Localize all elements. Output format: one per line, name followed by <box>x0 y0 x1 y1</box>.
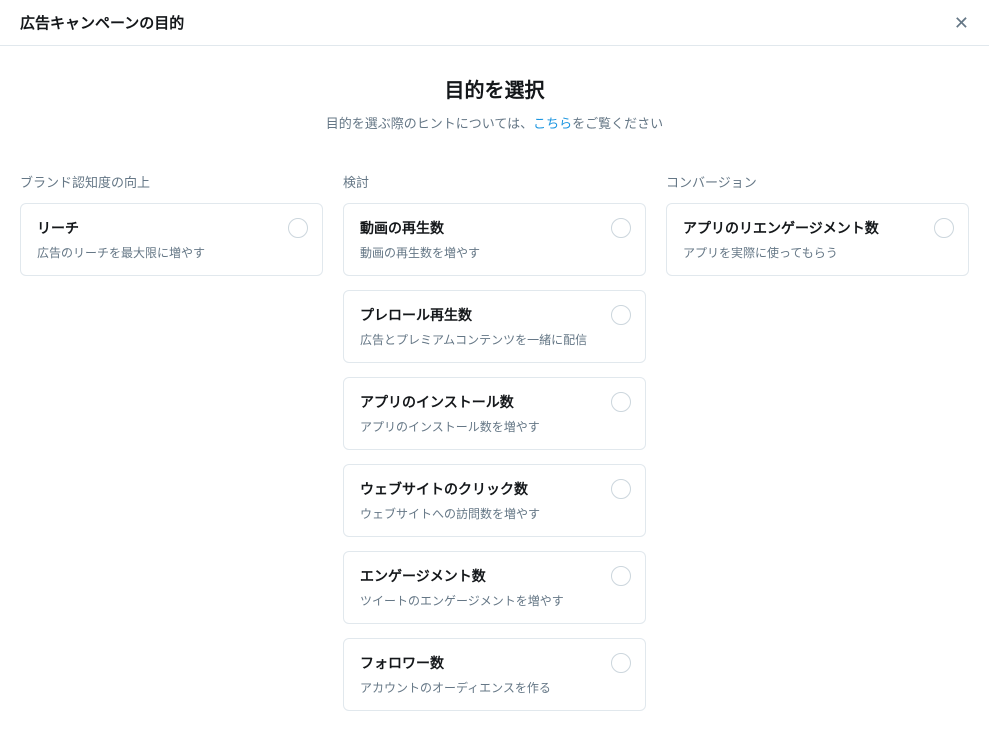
radio-icon <box>611 392 631 412</box>
radio-icon <box>288 218 308 238</box>
intro-section: 目的を選択 目的を選ぶ際のヒントについては、こちらをご覧ください <box>0 46 989 142</box>
option-app-installs[interactable]: アプリのインストール数 アプリのインストール数を増やす <box>343 377 646 450</box>
option-desc: 広告とプレミアムコンテンツを一緒に配信 <box>360 331 595 348</box>
option-video-views[interactable]: 動画の再生数 動画の再生数を増やす <box>343 203 646 276</box>
close-icon: ✕ <box>954 13 969 33</box>
option-desc: ウェブサイトへの訪問数を増やす <box>360 505 595 522</box>
option-title: プレロール再生数 <box>360 305 595 325</box>
intro-subtitle: 目的を選ぶ際のヒントについては、こちらをご覧ください <box>0 113 989 132</box>
dialog-title: 広告キャンペーンの目的 <box>20 12 184 33</box>
option-desc: 動画の再生数を増やす <box>360 244 595 261</box>
option-title: フォロワー数 <box>360 653 595 673</box>
option-title: アプリのインストール数 <box>360 392 595 412</box>
intro-title: 目的を選択 <box>0 74 989 103</box>
option-engagements[interactable]: エンゲージメント数 ツイートのエンゲージメントを増やす <box>343 551 646 624</box>
column-header-consideration: 検討 <box>343 172 646 191</box>
option-title: リーチ <box>37 218 272 238</box>
objective-columns: ブランド認知度の向上 リーチ 広告のリーチを最大限に増やす 検討 動画の再生数 … <box>0 142 989 745</box>
option-app-reengagement[interactable]: アプリのリエンゲージメント数 アプリを実際に使ってもらう <box>666 203 969 276</box>
intro-sub-suffix: をご覧ください <box>572 116 663 131</box>
option-desc: アカウントのオーディエンスを作る <box>360 679 595 696</box>
radio-icon <box>611 566 631 586</box>
option-desc: アプリを実際に使ってもらう <box>683 244 918 261</box>
option-website-clicks[interactable]: ウェブサイトのクリック数 ウェブサイトへの訪問数を増やす <box>343 464 646 537</box>
option-desc: 広告のリーチを最大限に増やす <box>37 244 272 261</box>
option-title: 動画の再生数 <box>360 218 595 238</box>
radio-icon <box>934 218 954 238</box>
option-reach[interactable]: リーチ 広告のリーチを最大限に増やす <box>20 203 323 276</box>
option-title: アプリのリエンゲージメント数 <box>683 218 918 238</box>
column-header-conversion: コンバージョン <box>666 172 969 191</box>
option-followers[interactable]: フォロワー数 アカウントのオーディエンスを作る <box>343 638 646 711</box>
option-desc: ツイートのエンゲージメントを増やす <box>360 592 595 609</box>
column-conversion: コンバージョン アプリのリエンゲージメント数 アプリを実際に使ってもらう <box>666 172 969 725</box>
intro-sub-prefix: 目的を選ぶ際のヒントについては、 <box>326 116 533 131</box>
option-desc: アプリのインストール数を増やす <box>360 418 595 435</box>
option-preroll-views[interactable]: プレロール再生数 広告とプレミアムコンテンツを一緒に配信 <box>343 290 646 363</box>
dialog-header: 広告キャンペーンの目的 ✕ <box>0 0 989 46</box>
radio-icon <box>611 218 631 238</box>
column-header-awareness: ブランド認知度の向上 <box>20 172 323 191</box>
radio-icon <box>611 305 631 325</box>
close-button[interactable]: ✕ <box>954 14 969 32</box>
radio-icon <box>611 479 631 499</box>
intro-link[interactable]: こちら <box>533 116 572 131</box>
column-awareness: ブランド認知度の向上 リーチ 広告のリーチを最大限に増やす <box>20 172 323 725</box>
option-title: ウェブサイトのクリック数 <box>360 479 595 499</box>
column-consideration: 検討 動画の再生数 動画の再生数を増やす プレロール再生数 広告とプレミアムコン… <box>343 172 646 725</box>
option-title: エンゲージメント数 <box>360 566 595 586</box>
radio-icon <box>611 653 631 673</box>
